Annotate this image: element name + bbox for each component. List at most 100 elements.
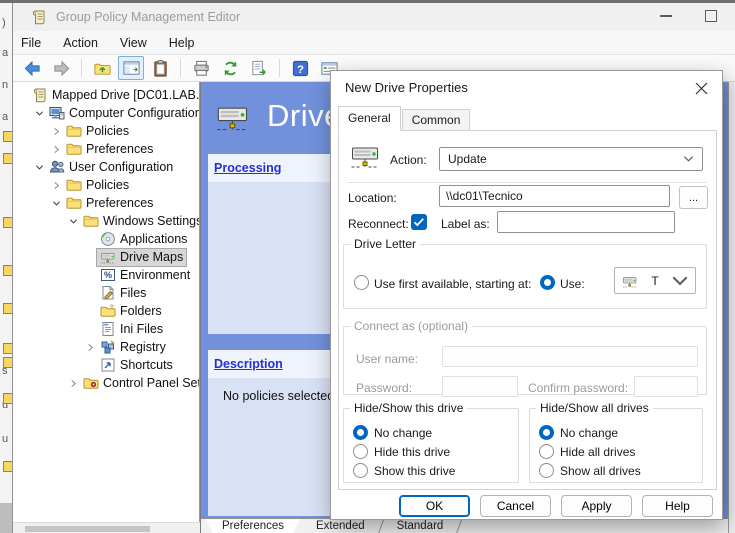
tab-common[interactable]: Common: [402, 109, 471, 131]
window-edge-bottom: [0, 503, 12, 533]
chevron-right-icon[interactable]: [49, 181, 63, 190]
tree-item-ini-files[interactable]: Ini Files: [13, 320, 199, 338]
forward-arrow-button[interactable]: [48, 56, 74, 80]
tree-item-user-configuration[interactable]: User Configuration: [13, 158, 199, 176]
folder-icon: [3, 265, 13, 276]
use-label: Use:: [560, 277, 585, 291]
chevron-down-icon[interactable]: [49, 199, 63, 208]
scrollbar-thumb[interactable]: [25, 526, 150, 532]
help-button[interactable]: Help: [642, 495, 713, 517]
tree-horizontal-scrollbar[interactable]: [13, 522, 200, 533]
hide-all-option-no-change[interactable]: No change: [539, 423, 702, 442]
refresh-button[interactable]: [217, 56, 243, 80]
window-edge-fragment: ): [2, 17, 6, 29]
tree-item-applications[interactable]: Applications: [13, 230, 199, 248]
tree-item-preferences[interactable]: Preferences: [13, 140, 199, 158]
tree-item-registry[interactable]: Registry: [13, 338, 199, 356]
apply-button[interactable]: Apply: [561, 495, 632, 517]
view-tab-preferences[interactable]: Preferences: [206, 519, 300, 533]
tree-item-files[interactable]: Files: [13, 284, 199, 302]
tree-item-control-panel-setting[interactable]: Control Panel Setting: [13, 374, 199, 392]
general-tab-page: Action: Update Location: ... Reconnect: …: [338, 130, 717, 490]
cancel-button[interactable]: Cancel: [480, 495, 551, 517]
tree-item-drive-maps[interactable]: Drive Maps: [13, 248, 199, 266]
label-as-input[interactable]: [497, 211, 675, 233]
background-window-sliver: )anasuu: [0, 3, 13, 533]
user-icon: [49, 159, 65, 175]
confirm-password-label: Confirm password:: [528, 381, 628, 395]
chevron-right-icon[interactable]: [49, 145, 63, 154]
tree-item-environment[interactable]: %Environment: [13, 266, 199, 284]
console-tree-button[interactable]: [118, 56, 144, 80]
window-edge-fragment: a: [2, 47, 8, 59]
menu-action[interactable]: Action: [63, 36, 98, 50]
gpo-scroll-icon: [31, 9, 47, 25]
up-one-level-button[interactable]: [89, 56, 115, 80]
hide-all-option-show-all-drives[interactable]: Show all drives: [539, 461, 702, 480]
chevron-down-icon[interactable]: [66, 217, 80, 226]
refresh-icon: [221, 59, 240, 78]
dialog-title: New Drive Properties: [345, 80, 468, 95]
hide-all-option-hide-all-drives[interactable]: Hide all drives: [539, 442, 702, 461]
chevron-down-icon[interactable]: [32, 109, 46, 118]
menu-view[interactable]: View: [120, 36, 147, 50]
tree-item-preferences[interactable]: Preferences: [13, 194, 199, 212]
maximize-button[interactable]: [705, 10, 717, 22]
minimize-button[interactable]: [660, 15, 672, 17]
svg-text:?: ?: [297, 63, 304, 75]
hide-this-option-show-this-drive[interactable]: Show this drive: [353, 461, 518, 480]
reconnect-checkbox[interactable]: [411, 214, 427, 230]
processing-link[interactable]: Processing: [214, 161, 281, 175]
hide-show-this-drive-group: Hide/Show this drive No changeHide this …: [343, 401, 519, 483]
drive-maps-icon: [213, 98, 253, 134]
window-right-margin: [728, 82, 735, 533]
description-link[interactable]: Description: [214, 357, 283, 371]
chevron-right-icon[interactable]: [66, 379, 80, 388]
export-list-button[interactable]: [246, 56, 272, 80]
chevron-down-icon[interactable]: [32, 163, 46, 172]
view-tab-standard[interactable]: Standard: [381, 519, 460, 533]
hide-all-radio-hide-all-drives[interactable]: [539, 444, 554, 459]
toolbar-separator: [180, 59, 181, 77]
use-radio[interactable]: [540, 275, 555, 290]
chevron-right-icon[interactable]: [49, 127, 63, 136]
hide-this-option-no-change[interactable]: No change: [353, 423, 518, 442]
registry-icon: [100, 339, 116, 355]
tree-item-computer-configuration[interactable]: Computer Configuration: [13, 104, 199, 122]
hide-all-radio-show-all-drives[interactable]: [539, 463, 554, 478]
back-arrow-button[interactable]: [19, 56, 45, 80]
hide-all-radio-no-change[interactable]: [539, 425, 554, 440]
window-edge-fragment: a: [2, 111, 8, 123]
folder-icon: [3, 461, 13, 472]
browse-button[interactable]: ...: [679, 186, 708, 209]
view-tab-extended[interactable]: Extended: [300, 519, 381, 533]
action-select[interactable]: Update: [439, 147, 703, 171]
tree-item-mapped-drive-dc01-lab-loca[interactable]: Mapped Drive [DC01.LAB.LOCA: [13, 86, 199, 104]
hide-this-radio-hide-this-drive[interactable]: [353, 444, 368, 459]
location-input[interactable]: [439, 185, 670, 207]
printer-button[interactable]: [188, 56, 214, 80]
tree-item-shortcuts[interactable]: Shortcuts: [13, 356, 199, 374]
hide-this-option-hide-this-drive[interactable]: Hide this drive: [353, 442, 518, 461]
hide-this-radio-show-this-drive[interactable]: [353, 463, 368, 478]
menu-file[interactable]: File: [21, 36, 41, 50]
drive-letter-select[interactable]: T: [614, 267, 696, 294]
use-first-available-radio[interactable]: [354, 275, 369, 290]
help-button[interactable]: ?: [287, 56, 313, 80]
close-icon[interactable]: [690, 77, 712, 99]
drive-icon: [621, 273, 639, 289]
control-panel-icon: [83, 375, 99, 391]
tree-item-windows-settings[interactable]: Windows Settings: [13, 212, 199, 230]
chevron-right-icon[interactable]: [83, 343, 97, 352]
tree-item-folders[interactable]: Folders: [13, 302, 199, 320]
ok-button[interactable]: OK: [399, 495, 470, 517]
menu-help[interactable]: Help: [169, 36, 195, 50]
tab-general[interactable]: General: [338, 106, 401, 131]
tree-item-policies[interactable]: Policies: [13, 122, 199, 140]
tree-item-policies[interactable]: Policies: [13, 176, 199, 194]
password-input: [442, 376, 518, 397]
back-arrow-icon: [23, 59, 42, 78]
hide-this-radio-no-change[interactable]: [353, 425, 368, 440]
clipboard-button[interactable]: [147, 56, 173, 80]
folder-icon: [83, 213, 99, 229]
